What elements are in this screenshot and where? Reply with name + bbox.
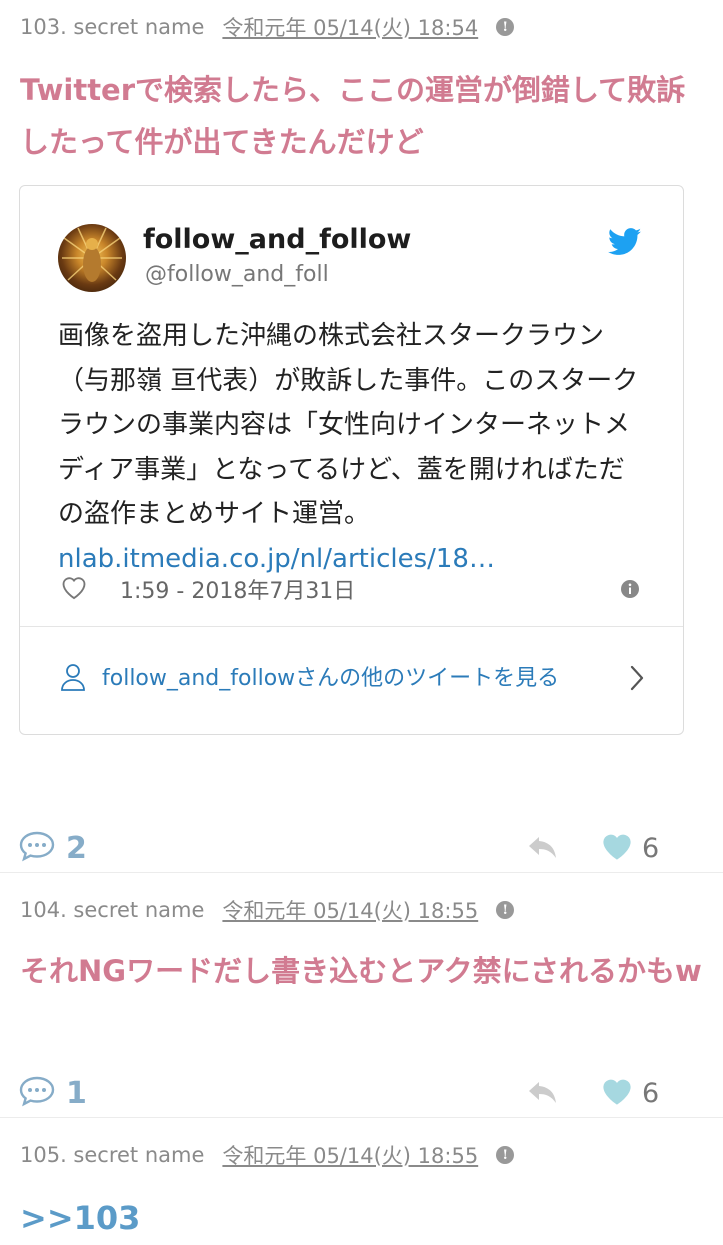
- embedded-tweet[interactable]: follow_and_follow @follow_and_foll 画像を盗用…: [19, 185, 684, 735]
- post-date-link[interactable]: 令和元年 05/14(火) 18:55: [222, 895, 478, 925]
- speech-bubble-icon: [18, 830, 56, 866]
- post-number: 105. secret name: [20, 1143, 205, 1167]
- post-date-link[interactable]: 令和元年 05/14(火) 18:54: [222, 12, 478, 42]
- post-date-link[interactable]: 令和元年 05/14(火) 18:55: [222, 1140, 478, 1170]
- tweet-divider: [20, 626, 683, 627]
- like-button[interactable]: 6: [600, 823, 659, 873]
- tweet-link[interactable]: nlab.itmedia.co.jp/nl/articles/18…: [58, 544, 495, 574]
- tweet-meta: 1:59 - 2018年7月31日: [60, 571, 640, 607]
- post-header: 104. secret name 令和元年 05/14(火) 18:55 !: [0, 895, 534, 925]
- like-count: 6: [642, 832, 660, 864]
- post-number: 103. secret name: [20, 15, 205, 39]
- post-footer: 1 6: [0, 1068, 723, 1118]
- info-icon[interactable]: !: [496, 1146, 515, 1164]
- speech-bubble-icon: [18, 1075, 56, 1111]
- info-icon[interactable]: !: [496, 901, 515, 919]
- heart-icon: [600, 1076, 634, 1110]
- like-button[interactable]: 6: [600, 1068, 659, 1118]
- tweet-body-text: 画像を盗用した沖縄の株式会社スタークラウン（与那嶺 亘代表）が敗訴した事件。この…: [58, 321, 639, 529]
- post-divider: [0, 1117, 723, 1118]
- tweet-timestamp[interactable]: 1:59 - 2018年7月31日: [120, 573, 355, 605]
- heart-outline-icon[interactable]: [60, 574, 88, 604]
- post-footer: 2 6: [0, 823, 723, 873]
- tweet-author-handle[interactable]: @follow_and_foll: [145, 262, 329, 287]
- comment-count: 2: [66, 830, 87, 866]
- tweet-text: 画像を盗用した沖縄の株式会社スタークラウン（与那嶺 亘代表）が敗訴した事件。この…: [58, 314, 648, 581]
- post-divider: [0, 872, 723, 873]
- info-icon[interactable]: !: [496, 18, 515, 36]
- post-number: 104. secret name: [20, 898, 205, 922]
- reply-icon[interactable]: [526, 1078, 560, 1110]
- post-body: それNGワードだし書き込むとアク禁にされるかもw: [20, 954, 702, 988]
- post-body: Twitterで検索したら、ここの運営が倒錯して敗訴したって件が出てきたんだけど: [20, 73, 686, 159]
- more-tweets-label[interactable]: follow_and_followさんの他のツイートを見る: [102, 662, 602, 696]
- reply-icon[interactable]: [526, 833, 560, 865]
- tweet-author-name[interactable]: follow_and_follow: [143, 224, 411, 255]
- comment-count: 1: [66, 1075, 87, 1111]
- twitter-bird-icon[interactable]: [607, 228, 642, 260]
- post-header: 105. secret name 令和元年 05/14(火) 18:55 !: [0, 1140, 534, 1170]
- heart-icon: [600, 831, 634, 865]
- like-count: 6: [642, 1077, 660, 1109]
- reply-anchor-link[interactable]: >>103: [0, 1192, 160, 1244]
- person-icon: [60, 662, 86, 696]
- tweet-avatar[interactable]: [58, 224, 126, 292]
- chevron-right-icon[interactable]: [629, 664, 645, 696]
- more-tweets-link[interactable]: follow_and_followさんの他のツイートを見る: [60, 644, 645, 714]
- comment-button[interactable]: 1: [18, 1068, 87, 1118]
- post-header: 103. secret name 令和元年 05/14(火) 18:54 !: [0, 12, 534, 42]
- tweet-info-icon[interactable]: [620, 579, 640, 603]
- comment-button[interactable]: 2: [18, 823, 87, 873]
